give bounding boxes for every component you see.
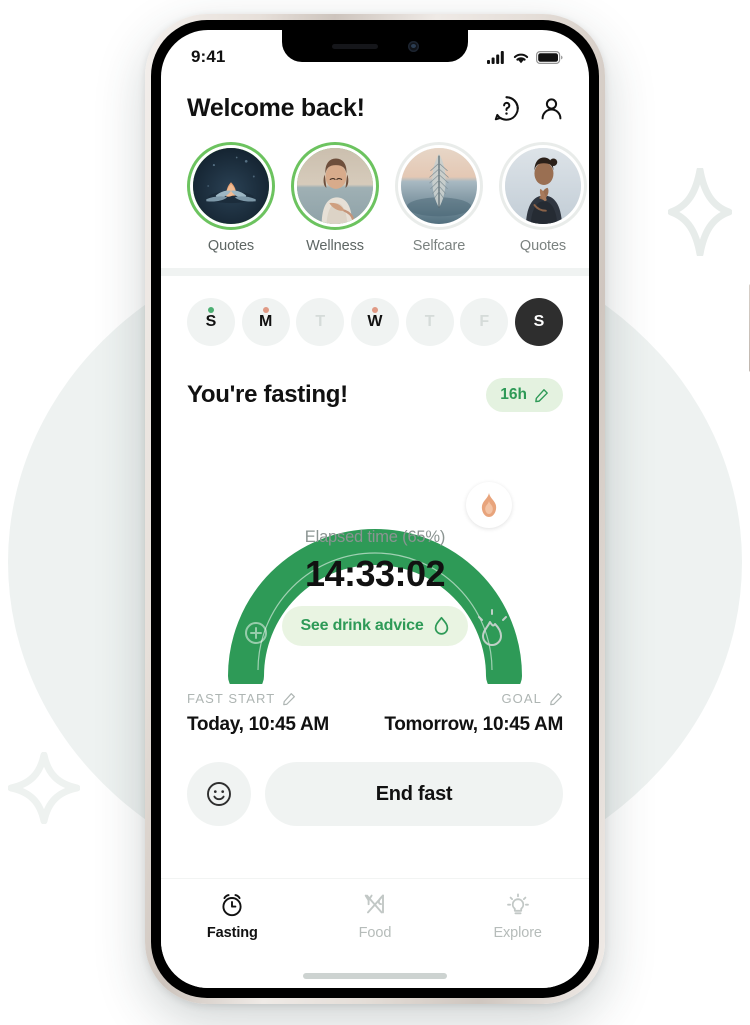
status-bar-indicators [487, 50, 563, 64]
day-letter: M [258, 313, 273, 330]
day-item-friday[interactable]: F [460, 298, 509, 346]
action-buttons-row: End fast [161, 762, 589, 826]
fork-knife-icon [362, 892, 388, 918]
story-item-wellness[interactable]: Wellness [291, 142, 379, 254]
fast-start-block[interactable]: FAST START Today, 10:45 AM [187, 691, 329, 736]
tab-explore[interactable]: Explore [446, 892, 589, 941]
story-ring [291, 142, 379, 230]
story-avatar-feather [398, 145, 480, 227]
day-letter: F [479, 313, 490, 330]
profile-icon[interactable] [538, 95, 565, 122]
fast-goal-caption: GOAL [501, 691, 542, 706]
drink-advice-label: See drink advice [300, 617, 424, 634]
pencil-edit-icon [534, 388, 549, 403]
front-camera [407, 40, 419, 52]
stories-carousel[interactable]: Quotes Wellness Selfcare Quotes [161, 134, 589, 254]
wifi-icon [512, 51, 530, 64]
day-item-wednesday[interactable]: W [350, 298, 399, 346]
story-ring [395, 142, 483, 230]
mood-log-button[interactable] [187, 762, 251, 826]
app-header: Welcome back! [161, 80, 589, 134]
status-bar-clock: 9:41 [191, 47, 226, 66]
day-status-dot [262, 307, 269, 313]
phone-notch [282, 30, 468, 62]
help-chat-icon[interactable] [493, 95, 520, 122]
day-status-dot [371, 307, 378, 313]
fast-start-value: Today, 10:45 AM [187, 714, 329, 735]
alarm-clock-icon [219, 892, 245, 918]
phone-screen: 9:41 Welcome back! Quotes Wellness Selfc… [161, 30, 589, 988]
story-item-quotes-1[interactable]: Quotes [187, 142, 275, 254]
page-title: Welcome back! [187, 93, 365, 122]
day-item-monday[interactable]: M [241, 298, 290, 346]
phone-frame: 9:41 Welcome back! Quotes Wellness Selfc… [145, 14, 750, 1004]
tab-fasting[interactable]: Fasting [161, 892, 304, 941]
fast-start-caption-row: FAST START [187, 691, 329, 706]
day-letter: S [533, 313, 545, 330]
day-item-thursday[interactable]: T [405, 298, 454, 346]
day-item-tuesday[interactable]: T [296, 298, 345, 346]
tab-food[interactable]: Food [304, 892, 447, 941]
pencil-edit-icon[interactable] [282, 692, 296, 706]
drink-advice-button[interactable]: See drink advice [282, 606, 468, 646]
smiley-face-icon [205, 780, 233, 808]
gauge-center-content: Elapsed time (65%) 14:33:02 See drink ad… [161, 528, 589, 646]
story-avatar-wellness [294, 145, 376, 227]
bottom-tab-bar: Fasting Food Explore [161, 878, 589, 988]
day-letter: W [367, 313, 383, 330]
fast-start-caption: FAST START [187, 691, 276, 706]
tab-label: Food [358, 925, 392, 941]
sparkle-top-right-icon [668, 168, 732, 256]
fast-schedule-row: FAST START Today, 10:45 AM GOAL Tomorrow… [161, 691, 589, 736]
end-fast-label: End fast [375, 782, 453, 805]
day-item-sunday[interactable]: S [187, 298, 235, 346]
fasting-title-row: You're fasting! 16h [161, 346, 589, 412]
story-label: Quotes [519, 238, 567, 254]
story-item-selfcare[interactable]: Selfcare [395, 142, 483, 254]
flame-icon [478, 492, 500, 518]
sparkle-bottom-left-icon [8, 752, 80, 824]
day-status-dot [208, 307, 214, 313]
section-divider [161, 268, 589, 276]
day-letter: T [315, 313, 326, 330]
elapsed-time-label: Elapsed time (65%) [304, 528, 446, 546]
pencil-edit-icon[interactable] [549, 692, 563, 706]
phone-bezel: 9:41 Welcome back! Quotes Wellness Selfc… [151, 20, 599, 998]
fast-goal-value: Tomorrow, 10:45 AM [384, 714, 563, 735]
story-avatar-lotus [190, 145, 272, 227]
fasting-plan-label: 16h [500, 386, 527, 403]
water-drop-icon [433, 616, 450, 636]
header-actions [493, 95, 565, 122]
home-indicator[interactable] [303, 973, 447, 979]
progress-thumb-handle[interactable] [466, 482, 512, 528]
battery-icon [536, 50, 563, 64]
cellular-signal-icon [487, 50, 506, 64]
story-ring [187, 142, 275, 230]
story-label: Quotes [207, 238, 255, 254]
fasting-status-title: You're fasting! [187, 381, 348, 408]
day-letter: T [424, 313, 435, 330]
week-day-selector[interactable]: S M T W T F S [161, 276, 589, 346]
earpiece-speaker [331, 43, 378, 49]
day-letter: S [205, 313, 217, 330]
fasting-plan-badge[interactable]: 16h [486, 378, 563, 412]
fasting-progress-gauge: Elapsed time (65%) 14:33:02 See drink ad… [161, 424, 589, 689]
tab-label: Fasting [206, 925, 258, 941]
story-avatar-praying [502, 145, 584, 227]
tab-label: Explore [493, 925, 542, 941]
story-item-quotes-2[interactable]: Quotes [499, 142, 587, 254]
stomach-icon [365, 448, 386, 465]
fast-goal-block[interactable]: GOAL Tomorrow, 10:45 AM [384, 691, 563, 736]
end-fast-button[interactable]: End fast [265, 762, 563, 826]
lightbulb-icon [505, 892, 531, 918]
story-ring [499, 142, 587, 230]
story-label: Wellness [306, 238, 364, 254]
fast-goal-caption-row: GOAL [384, 691, 563, 706]
story-label: Selfcare [412, 238, 466, 254]
day-item-saturday[interactable]: S [514, 298, 563, 346]
fasting-timer-value: 14:33:02 [304, 553, 446, 594]
